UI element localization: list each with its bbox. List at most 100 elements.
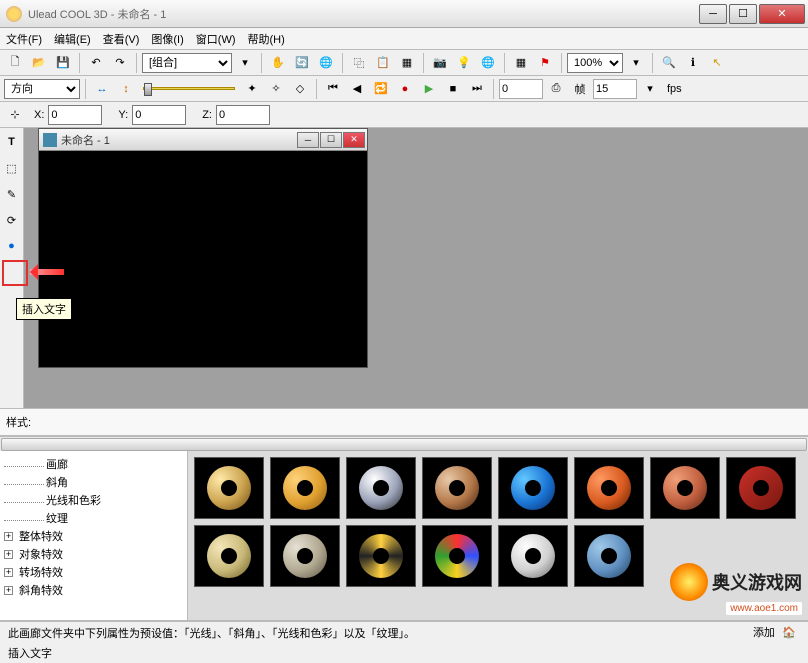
gallery-thumb[interactable] [498,525,568,587]
flame-icon [670,563,708,601]
annotation-arrow [30,269,64,275]
shape-button[interactable]: ⬚ [2,158,22,178]
menu-image[interactable]: 图像(I) [151,31,183,47]
hand-tool[interactable]: ✋ [267,52,289,74]
x-input[interactable] [48,105,102,125]
zoom-dropdown[interactable]: ▾ [625,52,647,74]
undo-button[interactable]: ↶ [85,52,107,74]
zoom-tool[interactable]: 🔍 [658,52,680,74]
goto-end[interactable]: ⏭ [466,78,488,100]
gallery-status: 此画廊文件夹中下列属性为预设值：「光线」、「斜角」、「光线和色彩」以及「纹理」。… [0,621,808,643]
maximize-button[interactable]: ☐ [729,4,757,24]
gallery-thumb[interactable] [194,525,264,587]
menu-edit[interactable]: 编辑(E) [54,31,91,47]
tree-item: +整体特效 [2,527,185,545]
open-button[interactable]: 📂 [28,52,50,74]
spline-button[interactable]: ⟳ [2,210,22,230]
gallery-thumb[interactable] [270,525,340,587]
gallery-thumb[interactable] [650,457,720,519]
separator [261,53,262,73]
menu-window[interactable]: 窗口(W) [196,31,236,47]
play-rev[interactable]: ◀ [346,78,368,100]
gallery-thumb[interactable] [422,457,492,519]
flag-button[interactable]: ⚑ [534,52,556,74]
loop-button[interactable]: 🔁 [370,78,392,100]
slider-thumb[interactable] [144,83,152,96]
gallery-thumb[interactable] [574,457,644,519]
save-button[interactable]: 💾 [52,52,74,74]
dropdown-icon[interactable]: ▾ [234,52,256,74]
gallery-thumb[interactable] [422,525,492,587]
document-titlebar[interactable]: 未命名 - 1 ─ ☐ ✕ [39,129,367,151]
menu-help[interactable]: 帮助(H) [248,31,285,47]
doc-maximize[interactable]: ☐ [320,132,342,148]
prev-key[interactable]: ◇ [289,78,311,100]
frame-count[interactable]: 15 [593,79,637,99]
z-input[interactable] [216,105,270,125]
direction-combo[interactable]: 方向 [4,79,80,99]
light-button[interactable]: 💡 [453,52,475,74]
keyframe-add[interactable]: ✦ [241,78,263,100]
camera-button[interactable]: 📷 [429,52,451,74]
fps-dropdown[interactable]: ▾ [639,78,661,100]
new-button[interactable]: 🗋 [4,52,26,74]
gallery-thumb[interactable] [726,457,796,519]
style-label: 样式: [6,414,56,430]
minimize-button[interactable]: ─ [699,4,727,24]
doc-icon [43,133,57,147]
toolbar-coords: ⊹ X: Y: Z: [0,102,808,128]
donut-preview [663,466,707,510]
info-button[interactable]: ℹ [682,52,704,74]
keyframe-del[interactable]: ✧ [265,78,287,100]
rec-button[interactable]: ● [394,78,416,100]
gallery-thumb[interactable] [346,457,416,519]
path-button[interactable]: ✎ [2,184,22,204]
close-button[interactable]: ✕ [759,4,805,24]
play-button[interactable]: ▶ [418,78,440,100]
copy-button[interactable]: ⿻ [348,52,370,74]
toolbar-main: 🗋 📂 💾 ↶ ↷ [组合] ▾ ✋ 🔄 🌐 ⿻ 📋 ▦ 📷 💡 🌐 ▦ ⚑ 1… [0,50,808,76]
redo-button[interactable]: ↷ [109,52,131,74]
donut-preview [435,466,479,510]
document-window[interactable]: 未命名 - 1 ─ ☐ ✕ [38,128,368,368]
toolbar-anim: 方向 ↔ ↕ ✦ ✧ ◇ ⏮ ◀ 🔁 ● ▶ ■ ⏭ 0 ⎙ 帧 15 ▾ fp… [0,76,808,102]
effect-tree[interactable]: 画廊 斜角 光线和色彩 纹理 +整体特效 +对象特效 +转场特效 +斜角特效 [0,451,188,620]
gallery-thumb[interactable] [574,525,644,587]
donut-preview [207,466,251,510]
doc-minimize[interactable]: ─ [297,132,319,148]
globe-tool[interactable]: 🌐 [315,52,337,74]
gallery-status-text: 此画廊文件夹中下列属性为预设值：「光线」、「斜角」、「光线和色彩」以及「纹理」。 [8,625,415,641]
style-bar: 样式: [0,408,808,436]
paste-button[interactable]: 📋 [372,52,394,74]
group-combo[interactable]: [组合] [142,53,232,73]
help-cursor[interactable]: ↖ [706,52,728,74]
tree-item: +斜角特效 [2,581,185,599]
sphere-button[interactable]: ● [2,236,22,256]
world-button[interactable]: 🌐 [477,52,499,74]
document-canvas[interactable] [39,151,367,367]
gallery-thumb[interactable] [346,525,416,587]
donut-preview [587,466,631,510]
gallery-thumb[interactable] [194,457,264,519]
axis-button[interactable]: ⊹ [4,104,26,126]
y-input[interactable] [132,105,186,125]
goto-start[interactable]: ⏮ [322,78,344,100]
gallery-thumb[interactable] [498,457,568,519]
home-icon[interactable]: 🏠 [778,622,800,644]
timeline-slider[interactable] [143,87,235,90]
style-scrollbar[interactable] [0,436,808,451]
frame-current[interactable]: 0 [499,79,543,99]
doc-close[interactable]: ✕ [343,132,365,148]
menu-view[interactable]: 查看(V) [103,31,140,47]
x-label: X: [34,109,44,121]
rotate-tool[interactable]: 🔄 [291,52,313,74]
splitx-button[interactable]: ↔ [91,78,113,100]
render-button[interactable]: ▦ [396,52,418,74]
zoom-combo[interactable]: 100% [567,53,623,73]
grid-button[interactable]: ▦ [510,52,532,74]
menu-file[interactable]: 文件(F) [6,31,42,47]
insert-text-button[interactable]: T [2,132,22,152]
gallery-thumb[interactable] [270,457,340,519]
stop-button[interactable]: ■ [442,78,464,100]
splity-button[interactable]: ↕ [115,78,137,100]
